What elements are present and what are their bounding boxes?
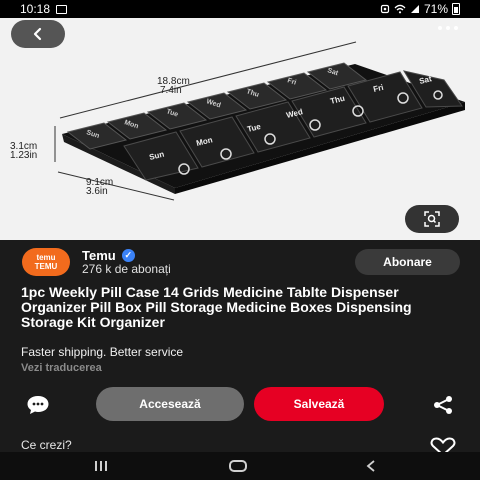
pill-case-illustration: Sun Mon Tue Wed Thu Fri Sat Sun Mon Tue … — [54, 41, 465, 201]
pin-title: 1pc Weekly Pill Case 14 Grids Medicine T… — [21, 284, 412, 330]
status-bar: 10:18 71% — [0, 0, 480, 18]
battery-icon — [452, 3, 460, 15]
subscriber-count: 276 k de abonați — [82, 262, 171, 276]
wifi-icon — [394, 4, 406, 14]
pin-image[interactable]: Sun Mon Tue Wed Thu Fri Sat Sun Mon Tue … — [0, 18, 480, 240]
avatar[interactable]: temu TEMU — [22, 248, 70, 276]
battery-percent: 71% — [423, 2, 448, 16]
save-button[interactable]: Salvează — [254, 387, 384, 421]
lens-icon — [424, 211, 440, 227]
height-in: 1.23in — [10, 150, 38, 161]
comment-icon[interactable] — [26, 395, 50, 415]
clock: 10:18 — [20, 2, 51, 16]
verified-badge-icon: ✓ — [121, 249, 135, 262]
recent-apps-icon[interactable] — [95, 461, 107, 471]
comment-prompt: Ce crezi? — [21, 438, 72, 452]
alarm-icon — [380, 4, 390, 14]
more-options-icon[interactable] — [438, 26, 458, 30]
share-icon[interactable] — [432, 395, 454, 415]
action-bar: Accesează Salvează — [0, 385, 480, 421]
avatar-text-bottom: TEMU — [34, 262, 58, 271]
avatar-text-top: temu — [36, 253, 56, 262]
length-in: 7.4in — [160, 85, 182, 96]
signal-icon — [410, 5, 419, 13]
back-button[interactable] — [11, 20, 65, 48]
channel-name[interactable]: Temu ✓ — [82, 248, 135, 263]
back-nav-icon[interactable] — [366, 460, 376, 472]
subscribe-button[interactable]: Abonare — [355, 249, 460, 275]
system-nav-bar — [0, 452, 480, 480]
width-in: 3.6in — [86, 186, 108, 197]
visual-search-button[interactable] — [405, 205, 459, 233]
translate-link[interactable]: Vezi traducerea — [21, 362, 102, 374]
pin-description: Faster shipping. Better service — [21, 345, 184, 359]
home-icon[interactable] — [229, 460, 247, 472]
channel-name-text: Temu — [82, 248, 116, 263]
image-icon — [56, 4, 68, 14]
visit-button[interactable]: Accesează — [96, 387, 244, 421]
chevron-left-icon — [33, 27, 42, 41]
pin-details: temu TEMU Temu ✓ 276 k de abonați Abonar… — [0, 240, 480, 480]
